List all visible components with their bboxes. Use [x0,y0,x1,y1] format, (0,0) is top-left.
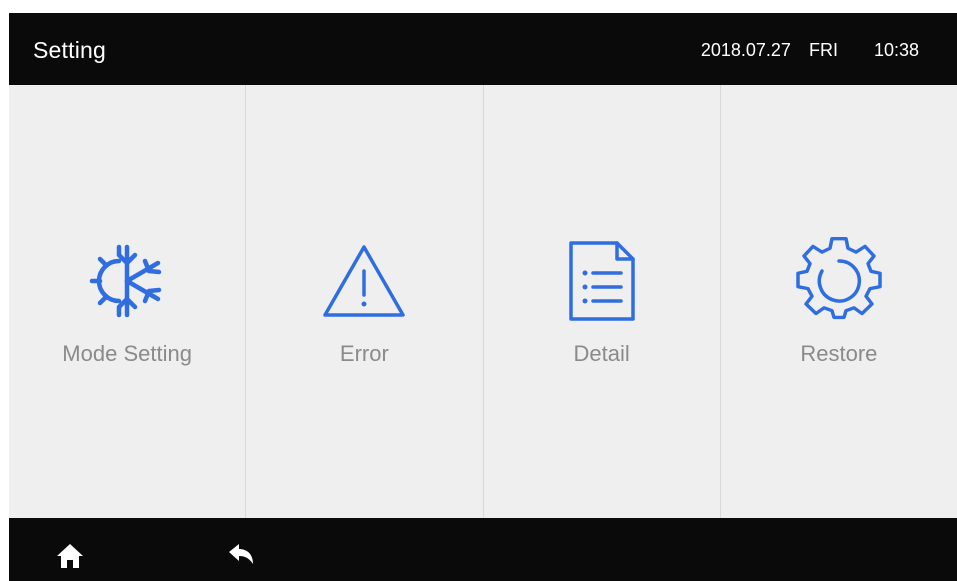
detail-tile[interactable]: Detail [483,85,721,518]
snowflake-sun-icon [82,235,172,325]
detail-label: Detail [573,341,630,366]
weekday-display: FRI [808,40,838,60]
date-display: 2018.07.27 [700,40,791,60]
gear-icon [794,235,884,325]
warning-triangle-icon [319,235,409,325]
time-display: 10:38 [873,40,919,60]
document-list-icon [557,235,647,325]
error-label: Error [339,341,389,366]
restore-tile[interactable]: Restore [720,85,957,518]
error-tile[interactable]: Error [246,85,484,518]
mode-setting-tile[interactable]: Mode Setting [9,85,247,518]
settings-menu: Mode Setting Error Detail Restore [9,85,957,518]
page-title: Setting [33,37,107,63]
mode-setting-label: Mode Setting [62,341,192,366]
bottom-bar [9,518,957,581]
top-bar: Setting 2018.07.27 FRI 10:38 [9,13,957,85]
back-button[interactable] [225,540,255,570]
status-area: 2018.07.27 FRI 10:38 [701,40,919,61]
restore-label: Restore [800,341,878,366]
back-arrow-icon [229,544,253,564]
home-icon [57,544,83,568]
home-button[interactable] [55,540,85,570]
settings-screen: Setting 2018.07.27 FRI 10:38 Mode Settin… [9,13,957,581]
